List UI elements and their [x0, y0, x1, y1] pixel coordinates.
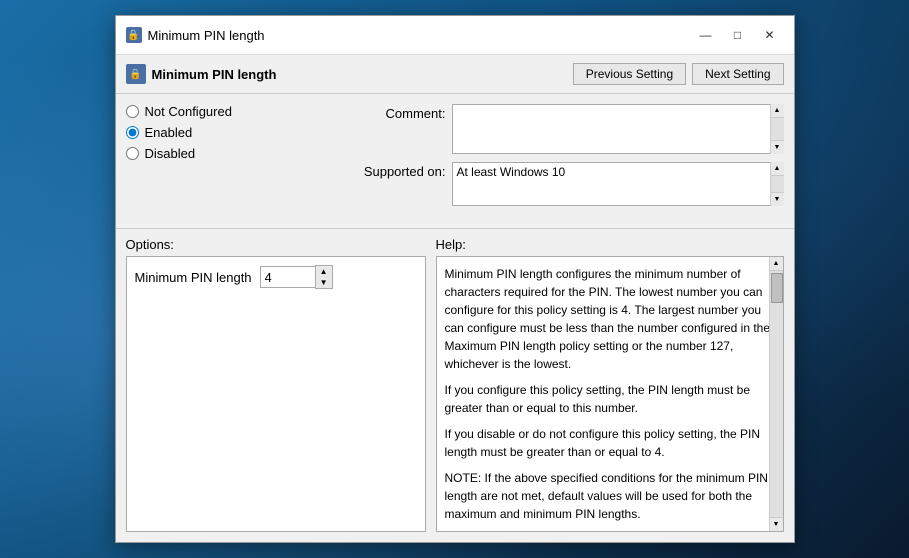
- supported-scroll-up[interactable]: ▲: [771, 162, 784, 176]
- close-button[interactable]: ✕: [756, 24, 784, 46]
- comment-field-container: ▲ ▼: [452, 104, 784, 154]
- help-scroll-down[interactable]: ▼: [770, 517, 783, 531]
- help-paragraph-2: If you configure this policy setting, th…: [445, 381, 775, 417]
- radio-not-configured-label: Not Configured: [145, 104, 232, 119]
- help-scroll-track: [770, 271, 783, 517]
- comment-row: Comment: ▲ ▼: [356, 104, 784, 154]
- window-icon: 🔒: [126, 27, 142, 43]
- options-label-text: Options:: [126, 237, 436, 252]
- header-title: Minimum PIN length: [152, 67, 277, 82]
- comment-scroll-up[interactable]: ▲: [771, 104, 784, 118]
- bottom-panels: Minimum PIN length ▲ ▼ Minimum PIN lengt…: [116, 256, 794, 542]
- help-scroll-up[interactable]: ▲: [770, 257, 783, 271]
- supported-value: At least Windows 10: [452, 162, 784, 206]
- header-icon: 🔒: [126, 64, 146, 84]
- title-buttons: — □ ✕: [692, 24, 784, 46]
- supported-field-container: At least Windows 10 ▲ ▼: [452, 162, 784, 206]
- radio-enabled[interactable]: Enabled: [126, 125, 346, 140]
- main-window: 🔒 Minimum PIN length — □ ✕ 🔒 Minimum PIN…: [115, 15, 795, 543]
- supported-scroll-down[interactable]: ▼: [771, 192, 784, 206]
- spin-up-button[interactable]: ▲: [316, 266, 332, 277]
- spin-buttons: ▲ ▼: [315, 265, 333, 289]
- pin-label: Minimum PIN length: [135, 270, 252, 285]
- pin-value-input[interactable]: [260, 266, 315, 288]
- maximize-button[interactable]: □: [724, 24, 752, 46]
- radio-disabled-label: Disabled: [145, 146, 196, 161]
- help-scrollbar: ▲ ▼: [769, 257, 783, 531]
- comment-scroll-down[interactable]: ▼: [771, 140, 784, 154]
- comment-scroll-track: [771, 118, 784, 140]
- radio-not-configured[interactable]: Not Configured: [126, 104, 346, 119]
- supported-scrollbar: ▲ ▼: [770, 162, 784, 206]
- help-panel: Minimum PIN length configures the minimu…: [436, 256, 784, 532]
- help-label-text: Help:: [436, 237, 784, 252]
- header-buttons: Previous Setting Next Setting: [573, 63, 784, 85]
- help-paragraph-1: Minimum PIN length configures the minimu…: [445, 265, 775, 373]
- minimize-button[interactable]: —: [692, 24, 720, 46]
- supported-label: Supported on:: [356, 162, 446, 179]
- spin-container: ▲ ▼: [260, 265, 333, 289]
- radio-enabled-input[interactable]: [126, 126, 139, 139]
- title-bar: 🔒 Minimum PIN length — □ ✕: [116, 16, 794, 55]
- help-text: Minimum PIN length configures the minimu…: [445, 265, 775, 523]
- previous-setting-button[interactable]: Previous Setting: [573, 63, 686, 85]
- option-row: Minimum PIN length ▲ ▼: [135, 265, 417, 289]
- divider: [116, 228, 794, 229]
- next-setting-button[interactable]: Next Setting: [692, 63, 783, 85]
- radio-not-configured-input[interactable]: [126, 105, 139, 118]
- window-title: Minimum PIN length: [148, 28, 265, 43]
- help-paragraph-4: NOTE: If the above specified conditions …: [445, 469, 775, 523]
- comment-textarea[interactable]: [452, 104, 784, 154]
- main-content: Not Configured Enabled Disabled Comment:: [116, 94, 794, 224]
- supported-scroll-track: [771, 176, 784, 192]
- radio-group: Not Configured Enabled Disabled: [126, 104, 346, 161]
- radio-disabled[interactable]: Disabled: [126, 146, 346, 161]
- radio-panel: Not Configured Enabled Disabled: [126, 104, 346, 214]
- supported-row: Supported on: At least Windows 10 ▲ ▼: [356, 162, 784, 206]
- title-bar-left: 🔒 Minimum PIN length: [126, 27, 265, 43]
- spin-down-button[interactable]: ▼: [316, 277, 332, 288]
- radio-disabled-input[interactable]: [126, 147, 139, 160]
- help-scroll-thumb: [771, 273, 783, 303]
- options-panel: Minimum PIN length ▲ ▼: [126, 256, 426, 532]
- help-paragraph-3: If you disable or do not configure this …: [445, 425, 775, 461]
- options-help-labels: Options: Help:: [116, 233, 794, 256]
- header-row: 🔒 Minimum PIN length Previous Setting Ne…: [116, 55, 794, 94]
- right-panel: Comment: ▲ ▼ Supported on: At least Wind…: [356, 104, 784, 214]
- comment-scrollbar: ▲ ▼: [770, 104, 784, 154]
- comment-label: Comment:: [356, 104, 446, 121]
- radio-enabled-label: Enabled: [145, 125, 193, 140]
- header-left: 🔒 Minimum PIN length: [126, 64, 277, 84]
